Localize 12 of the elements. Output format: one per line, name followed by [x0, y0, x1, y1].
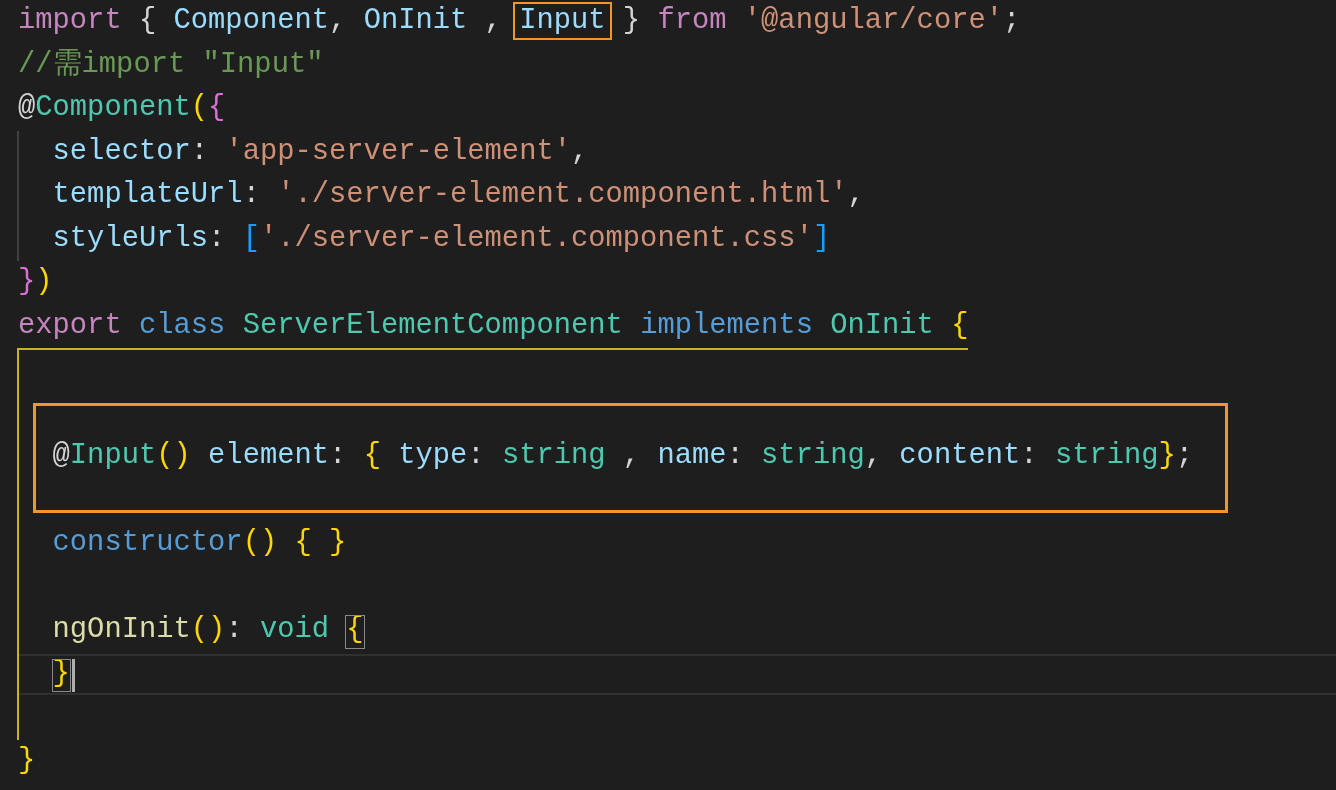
- text-cursor: [71, 658, 75, 692]
- code-line: constructor() { }: [51, 529, 347, 559]
- code-line: styleUrls: ['./server-element.component.css']: [51, 224, 831, 254]
- code-line: templateUrl: './server-element.component.html',: [51, 181, 865, 211]
- code-line: @Input() element: { type: string , name: string, content: string};: [51, 442, 1194, 472]
- code-line: @Component({: [18, 94, 226, 124]
- code-line: export class ServerElementComponent implements OnInit {: [18, 311, 969, 341]
- code-line: selector: 'app-server-element',: [51, 137, 589, 167]
- code-line: }: [18, 746, 36, 776]
- code-line: import { Component, OnInit , Input } from '@angular/core';: [18, 7, 1021, 37]
- code-line: }): [18, 268, 53, 298]
- code-line: //需import "Input": [18, 50, 324, 80]
